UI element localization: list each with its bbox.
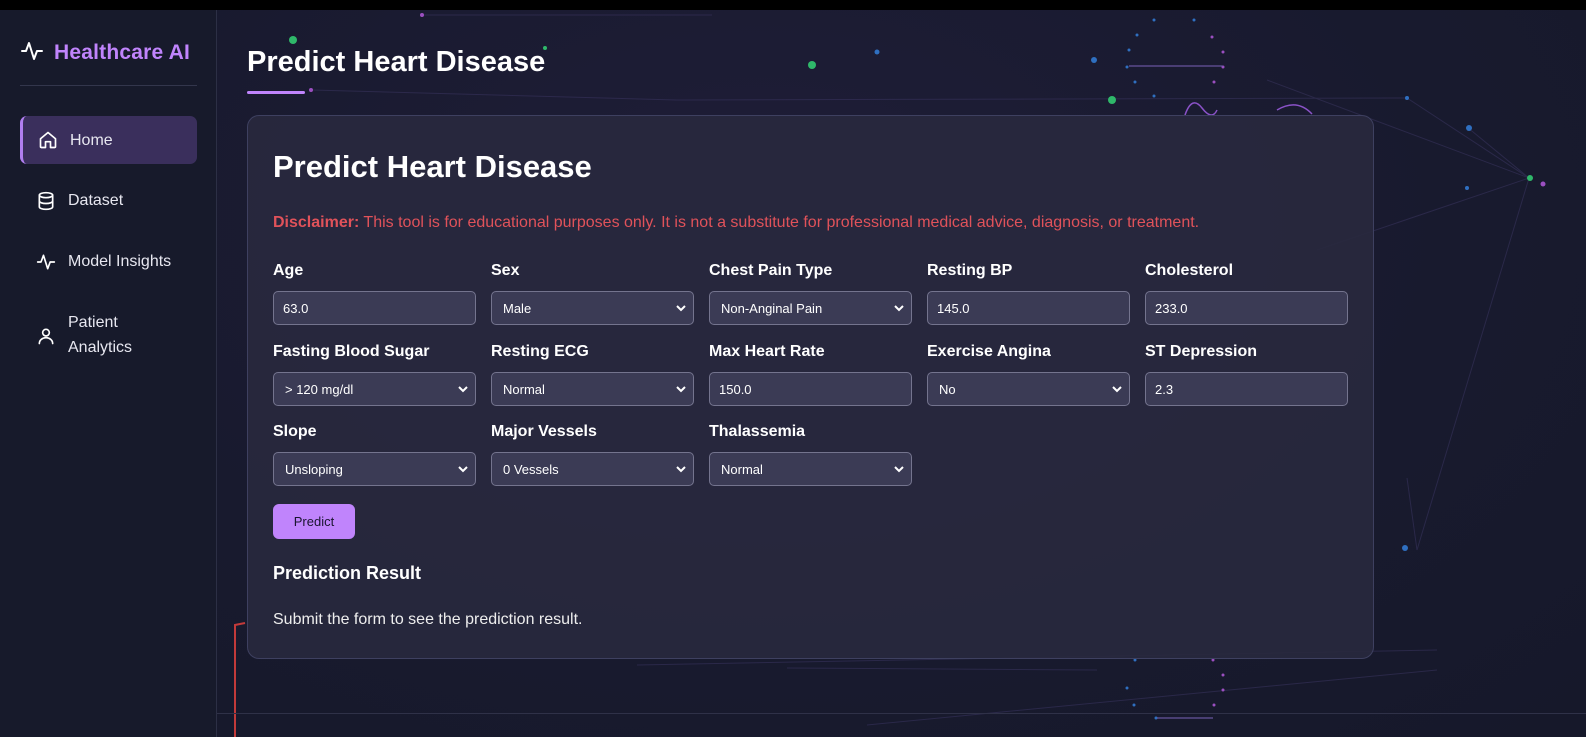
title-underline — [247, 91, 305, 94]
field-st-depression: ST Depression 2.3 — [1145, 342, 1348, 406]
result-text: Submit the form to see the prediction re… — [273, 611, 583, 628]
field-fasting-blood-sugar: Fasting Blood Sugar > 120 mg/dl — [273, 342, 476, 406]
field-value: Non-Anginal Pain — [721, 300, 823, 316]
field-value: 145.0 — [937, 300, 970, 316]
home-icon — [38, 128, 58, 153]
predict-button[interactable]: Predict — [273, 504, 355, 539]
sidebar-item-label: Dataset — [68, 192, 124, 209]
field-cholesterol: Cholesterol 233.0 — [1145, 261, 1348, 325]
main-content: Predict Heart Disease Predict Heart Dise… — [217, 10, 1586, 737]
field-thalassemia: Thalassemia Normal — [709, 422, 912, 486]
field-label: ST Depression — [1145, 343, 1258, 360]
field-label: Thalassemia — [709, 423, 806, 440]
field-slope: Slope Unsloping — [273, 422, 476, 486]
sidebar-item-label: Home — [70, 131, 113, 149]
thalassemia-select[interactable]: Normal — [709, 452, 912, 486]
cholesterol-input[interactable]: 233.0 — [1145, 291, 1348, 325]
field-value: 63.0 — [283, 300, 309, 316]
activity-icon — [36, 249, 56, 274]
chevron-down-icon — [894, 466, 904, 473]
max-heart-rate-input[interactable]: 150.0 — [709, 372, 912, 406]
age-input[interactable]: 63.0 — [273, 291, 476, 325]
brand-title: Healthcare AI — [54, 41, 191, 64]
major-vessels-select[interactable]: 0 Vessels — [491, 452, 694, 486]
field-resting-bp: Resting BP 145.0 — [927, 261, 1130, 325]
activity-icon — [20, 39, 44, 68]
field-label: Chest Pain Type — [709, 262, 833, 279]
brand[interactable]: Healthcare AI — [20, 38, 190, 68]
prediction-card: Predict Heart Disease Disclaimer: This t… — [247, 115, 1374, 659]
field-label: Exercise Angina — [927, 343, 1051, 360]
field-sex: Sex Male — [491, 261, 694, 325]
app-window: Healthcare AI Home Dataset Model Insight… — [0, 10, 1586, 737]
chevron-down-icon — [1112, 386, 1122, 393]
field-label: Slope — [273, 423, 317, 440]
divider — [217, 713, 1586, 714]
sidebar: Healthcare AI Home Dataset Model Insight… — [0, 10, 217, 737]
result-title: Prediction Result — [273, 563, 422, 583]
field-chest-pain-type: Chest Pain Type Non-Anginal Pain — [709, 261, 912, 325]
field-age: Age 63.0 — [273, 261, 476, 325]
sidebar-item-patient-analytics[interactable]: Patient Analytics — [20, 310, 160, 360]
field-value: > 120 mg/dl — [285, 381, 354, 397]
field-label: Sex — [491, 262, 520, 279]
database-icon — [36, 188, 56, 213]
field-label: Resting BP — [927, 262, 1013, 279]
field-label: Max Heart Rate — [709, 343, 825, 360]
field-value: Normal — [721, 461, 763, 477]
chevron-down-icon — [676, 305, 686, 312]
st-depression-input[interactable]: 2.3 — [1145, 372, 1348, 406]
divider — [20, 85, 197, 86]
chevron-down-icon — [894, 305, 904, 312]
card-title: Predict Heart Disease — [273, 149, 592, 184]
field-label: Major Vessels — [491, 423, 597, 440]
chevron-down-icon — [458, 466, 468, 473]
field-value: 2.3 — [1155, 381, 1174, 397]
sidebar-item-label: Patient Analytics — [68, 314, 133, 356]
field-label: Fasting Blood Sugar — [273, 343, 430, 360]
field-value: Male — [503, 300, 532, 316]
field-value: 233.0 — [1155, 300, 1188, 316]
fasting-blood-sugar-select[interactable]: > 120 mg/dl — [273, 372, 476, 406]
disclaimer-text: This tool is for educational purposes on… — [359, 214, 1200, 231]
field-value: No — [939, 381, 956, 397]
field-max-heart-rate: Max Heart Rate 150.0 — [709, 342, 912, 406]
resting-bp-input[interactable]: 145.0 — [927, 291, 1130, 325]
sidebar-item-label: Model Insights — [68, 253, 172, 270]
field-label: Cholesterol — [1145, 262, 1234, 279]
field-major-vessels: Major Vessels 0 Vessels — [491, 422, 694, 486]
page-title: Predict Heart Disease — [247, 46, 546, 78]
resting-ecg-select[interactable]: Normal — [491, 372, 694, 406]
sidebar-item-dataset[interactable]: Dataset — [20, 188, 197, 213]
field-value: Normal — [503, 381, 545, 397]
chevron-down-icon — [458, 386, 468, 393]
chest-pain-type-select[interactable]: Non-Anginal Pain — [709, 291, 912, 325]
exercise-angina-select[interactable]: No — [927, 372, 1130, 406]
user-icon — [36, 323, 56, 348]
chevron-down-icon — [676, 466, 686, 473]
slope-select[interactable]: Unsloping — [273, 452, 476, 486]
field-resting-ecg: Resting ECG Normal — [491, 342, 694, 406]
field-label: Age — [273, 262, 304, 279]
sidebar-item-model-insights[interactable]: Model Insights — [20, 249, 197, 274]
field-value: 150.0 — [719, 381, 752, 397]
chevron-down-icon — [676, 386, 686, 393]
disclaimer-label: Disclaimer: — [273, 214, 360, 231]
field-value: Unsloping — [285, 461, 343, 477]
disclaimer: Disclaimer: This tool is for educational… — [273, 214, 1199, 232]
field-label: Resting ECG — [491, 343, 589, 360]
sex-select[interactable]: Male — [491, 291, 694, 325]
sidebar-item-home[interactable]: Home — [20, 116, 197, 164]
field-exercise-angina: Exercise Angina No — [927, 342, 1130, 406]
field-value: 0 Vessels — [503, 461, 559, 477]
